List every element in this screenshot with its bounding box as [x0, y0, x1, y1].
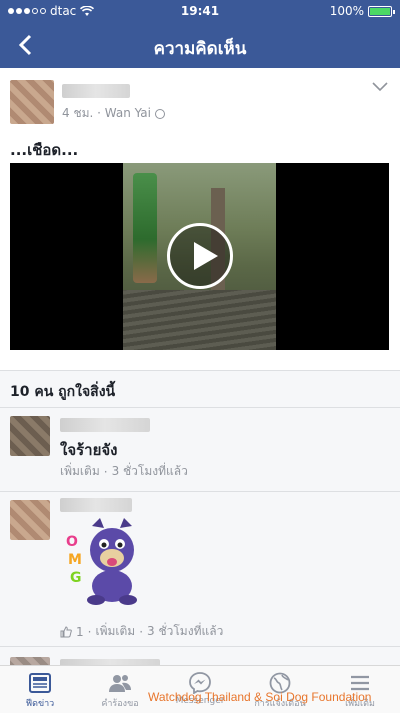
- comments-content[interactable]: 4 ชม. · Wan Yai ...เชือด... 10 คน ถูกใจส…: [0, 68, 400, 665]
- svg-text:M: M: [68, 552, 82, 568]
- author-avatar[interactable]: [10, 80, 54, 124]
- comment-time: 3 ชั่วโมงที่แล้ว: [147, 624, 224, 638]
- author-name-blurred[interactable]: [62, 84, 130, 98]
- status-right: 100%: [329, 4, 395, 18]
- commenter-avatar[interactable]: [10, 416, 50, 456]
- commenter-name-blurred[interactable]: [60, 418, 150, 432]
- battery-icon: [368, 5, 395, 17]
- commenter-name-blurred[interactable]: [60, 498, 132, 512]
- post-meta: 4 ชม. · Wan Yai: [62, 104, 165, 123]
- commenter-avatar[interactable]: [10, 500, 50, 540]
- tab-label: ฟีดข่าว: [25, 699, 55, 709]
- commenter-avatar[interactable]: [10, 657, 50, 665]
- svg-text:G: G: [70, 570, 82, 586]
- more-link[interactable]: เพิ่มเติม: [95, 622, 135, 641]
- chevron-down-icon[interactable]: [372, 82, 388, 92]
- like-count[interactable]: 1: [76, 625, 84, 639]
- battery-percent: 100%: [329, 4, 364, 18]
- omg-bear-sticker[interactable]: O M G: [62, 516, 142, 606]
- news-feed-icon: [29, 673, 51, 693]
- more-link[interactable]: เพิ่มเติม: [60, 462, 100, 481]
- watermark-text: Watchdog Thailand & Soi Dog Foundation: [148, 690, 372, 704]
- video-player[interactable]: [10, 163, 389, 350]
- comment-time: 3 ชั่วโมงที่แล้ว: [111, 464, 188, 478]
- tab-label: คำร้องขอ: [101, 699, 139, 709]
- friends-icon: [109, 675, 131, 692]
- separator: ·: [87, 624, 92, 639]
- comment-item: [0, 647, 400, 665]
- post-caption: ...เชือด...: [10, 141, 79, 159]
- comment-actions: 1 · เพิ่มเติม · 3 ชั่วโมงที่แล้ว: [60, 622, 223, 641]
- thumbs-up-icon: [60, 625, 72, 637]
- tab-bar: ฟีดข่าว คำร้องขอ Messenger การแจ้งเตือน …: [0, 665, 400, 713]
- comment-actions: เพิ่มเติม · 3 ชั่วโมงที่แล้ว: [60, 462, 188, 481]
- nav-bar: ความคิดเห็น: [0, 22, 400, 68]
- svg-text:O: O: [66, 534, 78, 550]
- comment-text: ใจร้ายจัง: [60, 441, 118, 459]
- post-card: 4 ชม. · Wan Yai ...เชือด...: [0, 68, 400, 370]
- likes-summary[interactable]: 10 คน ถูกใจสิ่งนี้: [0, 370, 400, 408]
- post-meta-text: 4 ชม. · Wan Yai: [62, 106, 151, 120]
- separator: ·: [103, 464, 108, 479]
- comment-item: ใจร้ายจัง เพิ่มเติม · 3 ชั่วโมงที่แล้ว: [0, 408, 400, 492]
- comment-item: O M G 1 · เพิ่มเติม · 3 ชั่วโมงที่แล้ว: [0, 492, 400, 647]
- page-title: ความคิดเห็น: [153, 39, 247, 59]
- play-icon[interactable]: [167, 223, 233, 289]
- likes-text: 10 คน ถูกใจสิ่งนี้: [10, 384, 116, 400]
- public-globe-icon: [155, 108, 165, 119]
- status-bar: dtac 19:41 100%: [0, 0, 400, 22]
- tab-news-feed[interactable]: ฟีดข่าว: [0, 666, 80, 713]
- separator: ·: [139, 624, 144, 639]
